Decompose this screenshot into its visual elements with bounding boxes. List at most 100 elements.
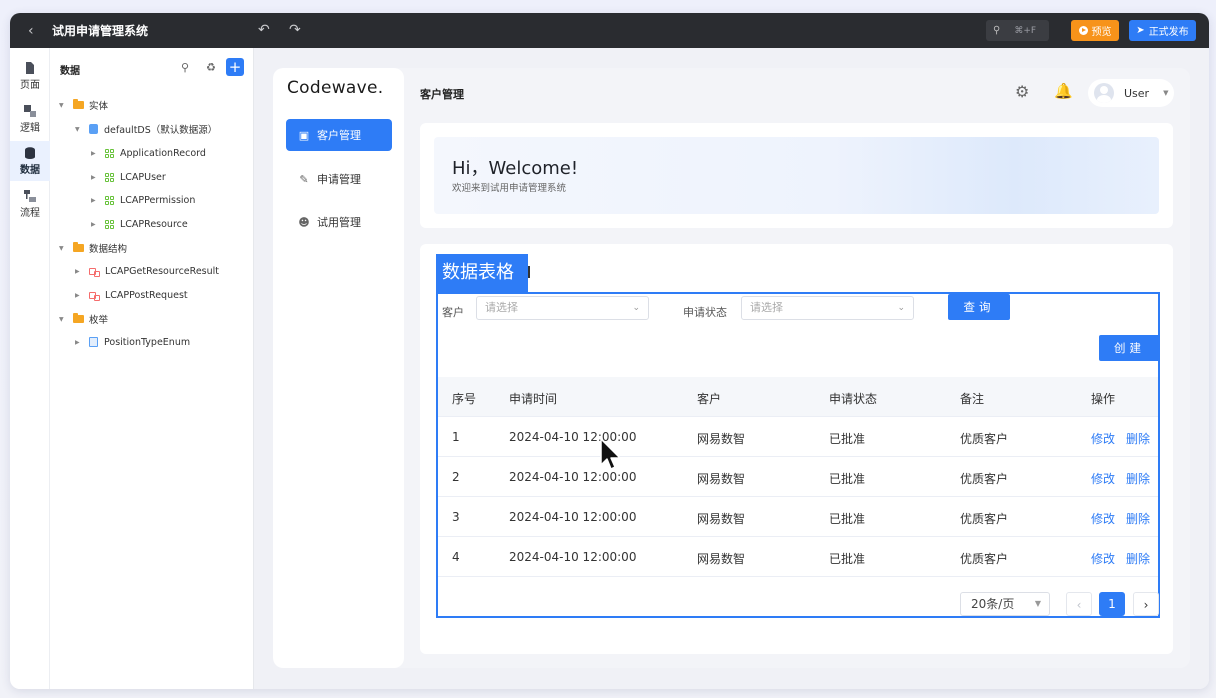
cell-customer: 网易数智 <box>697 472 746 486</box>
user-icon: ☻ <box>298 215 310 229</box>
customer-select[interactable]: 请选择 ⌄ <box>476 296 649 320</box>
cell-status: 已批准 <box>829 432 866 446</box>
tree-node-structures[interactable]: ▼ 数据结构 <box>59 239 127 257</box>
tree-node-label: 实体 <box>89 101 109 112</box>
status-select[interactable]: 请选择 ⌄ <box>741 296 914 320</box>
app-preview: Codewave. ▣ 客户管理 ✎ 申请管理 ☻ 试用管理 客户管理 ⚙ 🔔 <box>273 68 1190 668</box>
delete-link[interactable]: 删除 <box>1126 510 1150 527</box>
redo-icon[interactable]: ↷ <box>289 22 301 38</box>
search-button[interactable]: ⚲ ⌘+F <box>986 20 1049 41</box>
search-icon: ⚲ <box>993 25 1001 36</box>
data-table-component[interactable]: 客户 请选择 ⌄ 申请状态 请选择 ⌄ 查询 创建 序号 申请时间 客户 申请状… <box>436 292 1160 618</box>
cell-no: 2 <box>452 470 460 484</box>
chevron-down-icon: ⌄ <box>897 303 905 313</box>
tree-node-enums[interactable]: ▼ 枚举 <box>59 310 108 328</box>
cell-status: 已批准 <box>829 472 866 486</box>
rail-item-flow[interactable]: 流程 <box>10 184 50 224</box>
delete-link[interactable]: 删除 <box>1126 430 1150 447</box>
caret-down-icon: ▼ <box>1163 89 1169 97</box>
publish-button[interactable]: ➤ 正式发布 <box>1129 20 1196 41</box>
caret-down-icon: ▼ <box>59 101 64 109</box>
tree-node-lcapresource[interactable]: ▶ LCAPResource <box>91 215 188 233</box>
tree-node-label: LCAPPostRequest <box>105 289 188 301</box>
rail-item-label: 数据 <box>20 165 40 176</box>
tree-node-lcapuser[interactable]: ▶ LCAPUser <box>91 168 166 186</box>
edit-link[interactable]: 修改 <box>1091 510 1115 527</box>
tree-node-label: LCAPUser <box>120 171 166 183</box>
database-icon <box>89 124 98 134</box>
table-header: 序号 申请时间 客户 申请状态 备注 操作 <box>438 377 1158 417</box>
cell-note: 优质客户 <box>960 432 1009 446</box>
cell-time: 2024-04-10 12:00:00 <box>509 510 637 524</box>
tree-node-lcappermission[interactable]: ▶ LCAPPermission <box>91 191 195 209</box>
column-header: 申请时间 <box>509 392 558 406</box>
codewave-logo: Codewave. <box>287 78 384 98</box>
prev-page-button[interactable]: ‹ <box>1066 592 1092 616</box>
page-title: 客户管理 <box>420 88 464 101</box>
menu-item-customer[interactable]: ▣ 客户管理 <box>286 119 392 151</box>
tree-node-datasource[interactable]: ▼ defaultDS（默认数据源） <box>75 120 217 138</box>
tree-node-label: ApplicationRecord <box>120 147 206 159</box>
status-filter-label: 申请状态 <box>683 306 727 319</box>
caret-right-icon: ▶ <box>75 291 80 299</box>
next-page-button[interactable]: › <box>1133 592 1159 616</box>
flow-icon <box>24 190 36 202</box>
preview-label: 预览 <box>1091 27 1112 38</box>
rail-item-label: 页面 <box>20 80 40 91</box>
column-header: 申请状态 <box>829 392 878 406</box>
bell-icon[interactable]: 🔔 <box>1054 82 1073 100</box>
create-button[interactable]: 创建 <box>1099 335 1160 361</box>
folder-icon <box>73 99 84 109</box>
page-size-select[interactable]: 20条/页 ▼ <box>960 592 1050 616</box>
cell-customer: 网易数智 <box>697 552 746 566</box>
edit-link[interactable]: 修改 <box>1091 430 1115 447</box>
tree-node-post-request[interactable]: ▶ LCAPPostRequest <box>75 286 188 304</box>
rail-item-logic[interactable]: 逻辑 <box>10 99 50 139</box>
recycle-icon[interactable]: ♻ <box>204 61 218 74</box>
text-caret <box>528 266 530 278</box>
send-icon: ➤ <box>1136 25 1145 36</box>
tree-node-entity[interactable]: ▼ 实体 <box>59 96 108 114</box>
structure-icon <box>89 291 100 301</box>
gear-icon[interactable]: ⚙ <box>1015 82 1029 101</box>
table-row: 3 2024-04-10 12:00:00 网易数智 已批准 优质客户 修改 删… <box>438 497 1158 537</box>
welcome-title: Hi，Welcome! <box>452 158 579 179</box>
menu-item-trial[interactable]: ☻ 试用管理 <box>286 206 392 238</box>
cell-no: 1 <box>452 430 460 444</box>
tree-node-label: 枚举 <box>89 315 109 326</box>
current-page-button[interactable]: 1 <box>1099 592 1125 616</box>
structure-icon <box>89 267 100 277</box>
cell-time: 2024-04-10 12:00:00 <box>509 470 637 484</box>
edit-link[interactable]: 修改 <box>1091 550 1115 567</box>
chevron-left-icon[interactable]: ‹ <box>28 23 42 39</box>
tree-node-position-type-enum[interactable]: ▶ PositionTypeEnum <box>75 333 190 351</box>
search-icon[interactable]: ⚲ <box>178 61 192 74</box>
add-button[interactable]: + <box>226 58 244 76</box>
menu-item-application[interactable]: ✎ 申请管理 <box>286 163 392 195</box>
customer-filter-label: 客户 <box>442 306 464 319</box>
edit-icon: ✎ <box>299 172 309 186</box>
edit-link[interactable]: 修改 <box>1091 470 1115 487</box>
delete-link[interactable]: 删除 <box>1126 550 1150 567</box>
rail-item-data[interactable]: 数据 <box>10 141 50 181</box>
app-header: 客户管理 ⚙ 🔔 User ▼ <box>420 68 1180 118</box>
page-size-value: 20条/页 <box>971 597 1015 611</box>
app-title: 试用申请管理系统 <box>52 24 149 38</box>
entity-icon <box>105 148 114 158</box>
caret-right-icon: ▶ <box>75 267 80 275</box>
cell-time: 2024-04-10 12:00:00 <box>509 550 637 564</box>
tree-node-application-record[interactable]: ▶ ApplicationRecord <box>91 144 206 162</box>
column-header: 客户 <box>697 392 722 406</box>
cell-note: 优质客户 <box>960 552 1009 566</box>
tree-node-get-resource-result[interactable]: ▶ LCAPGetResourceResult <box>75 262 219 280</box>
delete-link[interactable]: 删除 <box>1126 470 1150 487</box>
undo-icon[interactable]: ↶ <box>258 22 270 38</box>
tree-node-label: LCAPPermission <box>120 194 196 206</box>
query-button[interactable]: 查询 <box>948 294 1010 320</box>
menu-item-label: 申请管理 <box>317 173 361 186</box>
welcome-subtitle: 欢迎来到试用申请管理系统 <box>452 183 567 194</box>
user-menu[interactable]: User ▼ <box>1088 79 1174 107</box>
preview-button[interactable]: 预览 <box>1071 20 1119 41</box>
rail-item-page[interactable]: 页面 <box>10 56 50 96</box>
publish-label: 正式发布 <box>1148 27 1189 38</box>
